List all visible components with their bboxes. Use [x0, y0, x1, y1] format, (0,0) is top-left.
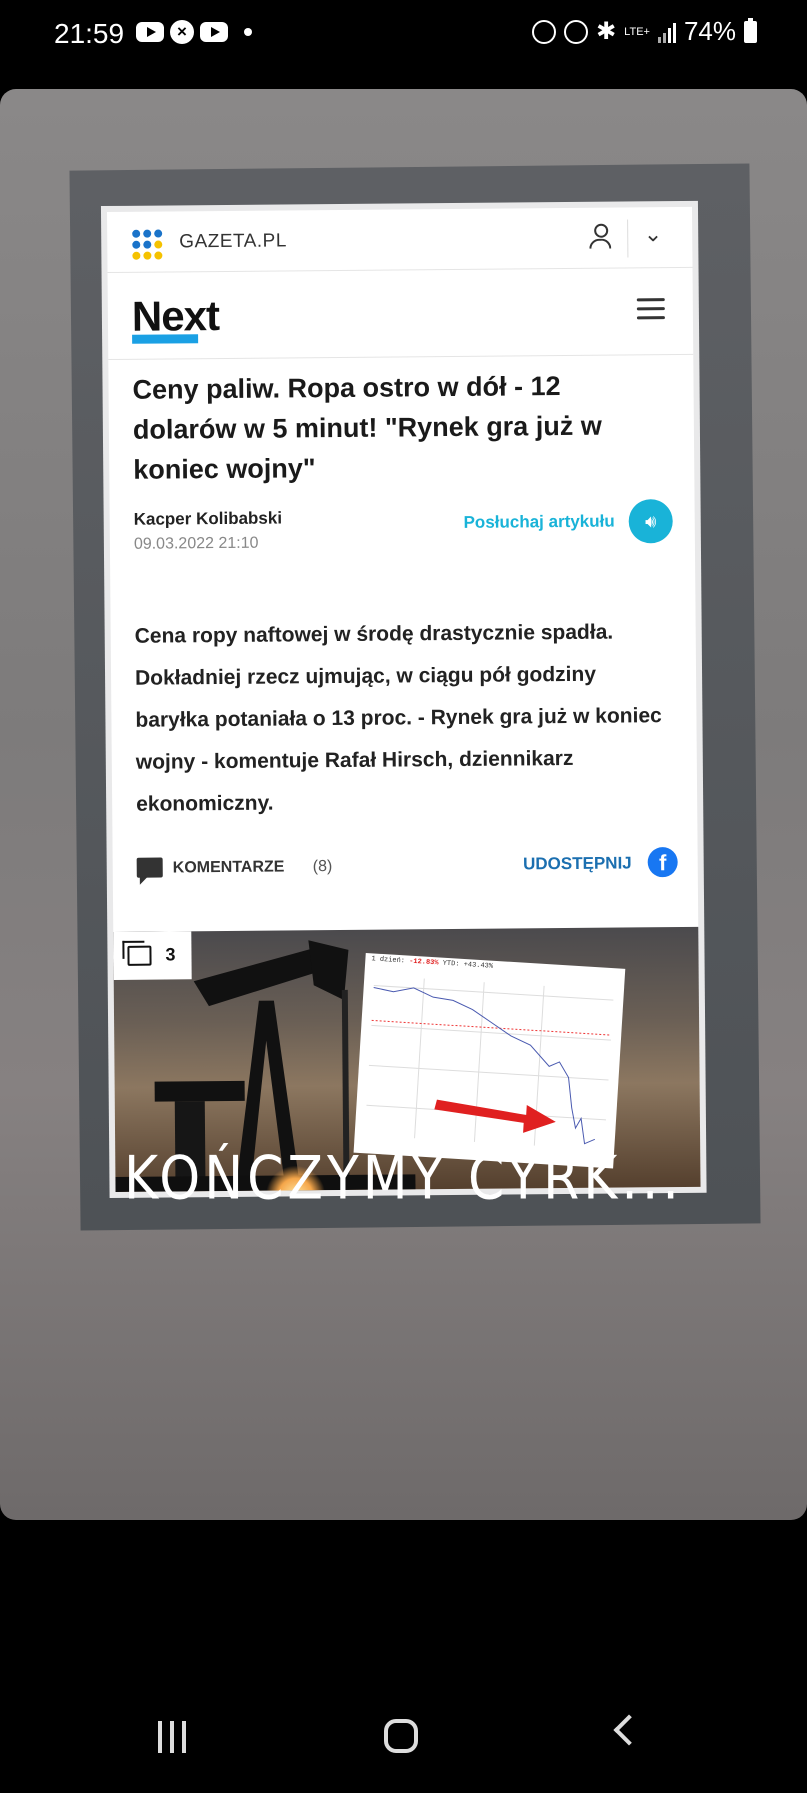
notification-icons: × — [136, 20, 252, 44]
clock: 21:59 — [54, 18, 125, 49]
recent-apps-button[interactable] — [158, 1721, 186, 1753]
battery-percent: 74% — [683, 16, 736, 46]
comments-count: (8) — [312, 858, 333, 876]
speaker-icon: 🔊︎ — [628, 499, 673, 544]
gallery-badge: 3 — [113, 931, 192, 980]
home-button[interactable] — [384, 1719, 418, 1753]
menu-icon — [636, 298, 665, 325]
youtube-icon — [136, 22, 164, 42]
site-name: GAZETA.PL — [179, 230, 287, 253]
publish-date: 09.03.2022 21:10 — [133, 534, 259, 553]
network-type: LTE+ — [624, 25, 650, 38]
author-row: Kacper Kolibabski 09.03.2022 21:10 Posłu… — [110, 499, 696, 580]
gallery-count: 3 — [165, 944, 176, 965]
next-logo: Next — [131, 292, 220, 340]
youtube-icon — [200, 22, 228, 42]
comments-label: KOMENTARZE — [172, 858, 285, 877]
oil-price-chart-image: 1 dzień: -12.83% YTD: +43.43% — [353, 952, 626, 1169]
back-button[interactable] — [613, 1714, 645, 1746]
author-name: Kacper Kolibabski — [133, 508, 283, 529]
article-lead: Cena ropy naftowej w środę drastycznie s… — [134, 620, 662, 816]
listen-label: Posłuchaj artykułu — [463, 511, 615, 532]
alarm-icon — [564, 19, 589, 44]
user-icon — [588, 224, 612, 250]
system-icons: ✱ LTE+ 74% — [532, 16, 757, 47]
recycle-icon — [532, 19, 557, 44]
dot-icon — [244, 28, 252, 36]
chevron-down-icon: ⌄ — [643, 221, 663, 247]
share-label: UDOSTĘPNIJ — [522, 853, 632, 874]
section-header: Next — [107, 267, 694, 360]
signal-icon — [657, 21, 676, 43]
site-header: GAZETA.PL ⌄ — [107, 206, 693, 273]
gazeta-logo-icon — [132, 229, 163, 260]
battery-icon — [744, 17, 757, 43]
navigation-bar — [0, 1683, 807, 1793]
divider — [627, 219, 629, 258]
bluetooth-icon: ✱ — [596, 18, 617, 45]
article-screenshot: GAZETA.PL ⌄ Next Ceny paliw. Ropa ostro … — [107, 206, 701, 1192]
xbox-icon: × — [170, 20, 194, 44]
facebook-icon: f — [647, 847, 678, 878]
gallery-icon — [127, 945, 152, 966]
chart-plot — [366, 978, 614, 1146]
article-meta-row: KOMENTARZE (8) UDOSTĘPNIJ f — [113, 847, 698, 902]
status-bar: 21:59 × ✱ LTE+ 74% — [0, 0, 807, 72]
article-headline: Ceny paliw. Ropa ostro w dół - 12 dolaró… — [132, 371, 602, 485]
story-caption: KOŃCZYMY CYRK... — [124, 1144, 683, 1214]
story-card[interactable]: GAZETA.PL ⌄ Next Ceny paliw. Ropa ostro … — [0, 89, 807, 1520]
comment-icon — [136, 857, 163, 878]
